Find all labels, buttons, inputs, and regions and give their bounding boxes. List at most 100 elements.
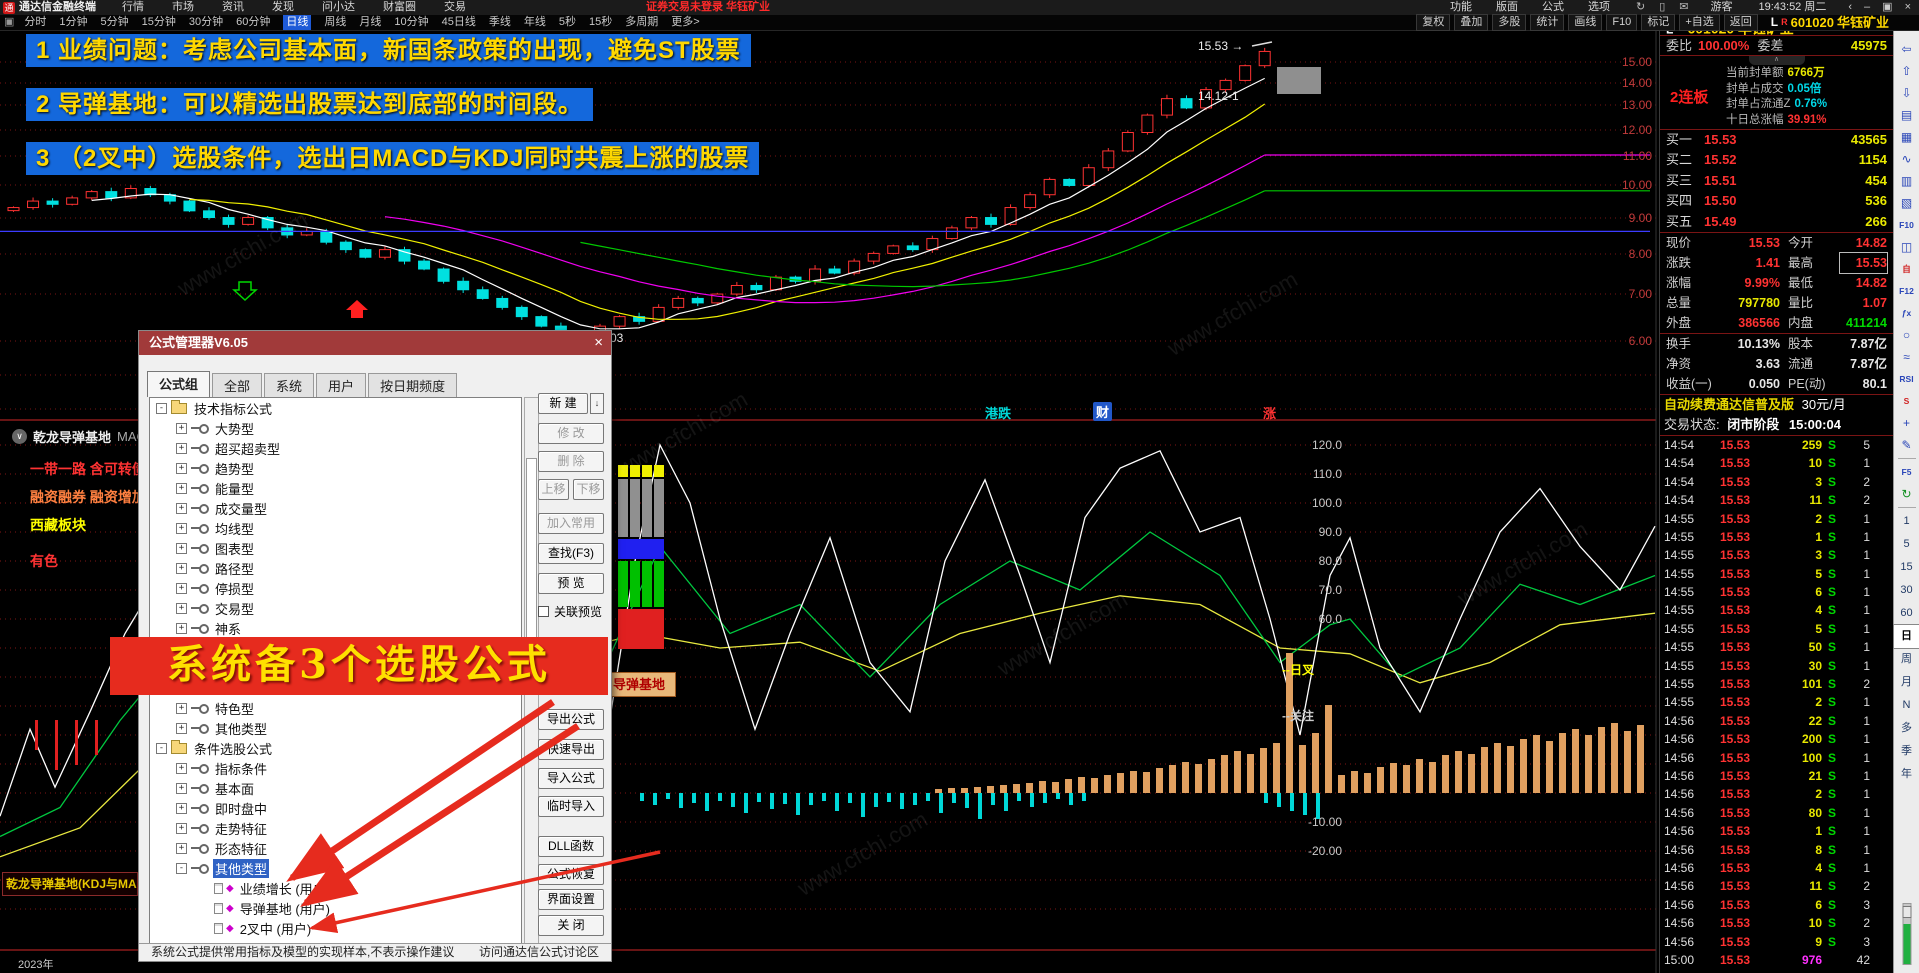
pencil-icon[interactable]: ✎ bbox=[1894, 434, 1919, 456]
period-分时[interactable]: 分时 bbox=[24, 15, 46, 30]
tree-item-路径型[interactable]: + 路径型 bbox=[150, 558, 521, 578]
quote-grid-icon[interactable]: ▦ bbox=[1894, 126, 1919, 148]
period-季线[interactable]: 季线 bbox=[489, 15, 511, 30]
tree-item-2叉中 (用户)[interactable]: ◆ 2叉中 (用户) bbox=[150, 918, 521, 938]
f10-icon[interactable]: F10 bbox=[1894, 214, 1919, 236]
period-5秒[interactable]: 5秒 bbox=[559, 15, 576, 30]
restore-window-icon[interactable]: ▣ bbox=[4, 15, 14, 30]
strip-period-1[interactable]: 1 bbox=[1894, 510, 1919, 533]
f5-icon[interactable]: F5 bbox=[1894, 461, 1919, 483]
menu-item-市场[interactable]: 市场 bbox=[172, 0, 194, 15]
menu-item-交易[interactable]: 交易 bbox=[444, 0, 466, 15]
money-icon[interactable]: S bbox=[1894, 390, 1919, 412]
dialog-button-关闭[interactable]: 关 闭 bbox=[538, 915, 604, 936]
menu-item-问小达[interactable]: 问小达 bbox=[322, 0, 355, 15]
dialog-button-预览[interactable]: 预 览 bbox=[538, 573, 604, 594]
tree-item-图表型[interactable]: + 图表型 bbox=[150, 538, 521, 558]
tree-item-其他类型[interactable]: - 其他类型 bbox=[150, 858, 521, 878]
period-30分钟[interactable]: 30分钟 bbox=[189, 15, 223, 30]
strip-period-N[interactable]: N bbox=[1894, 694, 1919, 717]
tree-item-神系[interactable]: + 神系 bbox=[150, 618, 521, 638]
dialog-button-快速导出[interactable]: 快速导出 bbox=[538, 739, 604, 760]
tab-公式组[interactable]: 公式组 bbox=[147, 371, 211, 397]
tree-item-条件选股公式[interactable]: - 条件选股公式 bbox=[150, 738, 521, 758]
strip-period-周[interactable]: 周 bbox=[1894, 648, 1919, 671]
mail-icon[interactable]: ✉ bbox=[1679, 0, 1688, 15]
tool-返回[interactable]: 返回 bbox=[1723, 14, 1758, 31]
linked-preview-checkbox[interactable]: 关联预览 bbox=[538, 603, 602, 620]
tree-item-停损型[interactable]: + 停损型 bbox=[150, 578, 521, 598]
tree-item-大势型[interactable]: + 大势型 bbox=[150, 418, 521, 438]
tool-+自选[interactable]: +自选 bbox=[1679, 14, 1720, 31]
zoom-slider[interactable] bbox=[1902, 903, 1911, 965]
period-45日线[interactable]: 45日线 bbox=[442, 15, 476, 30]
new-dropdown-icon[interactable]: ↓ bbox=[590, 393, 604, 414]
panel-toggle-icon[interactable]: ‹ bbox=[1848, 0, 1852, 15]
menu-item-版面[interactable]: 版面 bbox=[1496, 0, 1518, 15]
strip-period-多[interactable]: 多 bbox=[1894, 717, 1919, 740]
strip-period-月[interactable]: 月 bbox=[1894, 671, 1919, 694]
period-60分钟[interactable]: 60分钟 bbox=[236, 15, 270, 30]
strip-period-年[interactable]: 年 bbox=[1894, 763, 1919, 786]
period-15分钟[interactable]: 15分钟 bbox=[142, 15, 176, 30]
tree-item-超买超卖型[interactable]: + 超买超卖型 bbox=[150, 438, 521, 458]
move-icon[interactable]: + bbox=[1894, 412, 1919, 434]
strip-period-5[interactable]: 5 bbox=[1894, 533, 1919, 556]
circle-icon[interactable]: ○ bbox=[1894, 324, 1919, 346]
close-icon[interactable]: × bbox=[1905, 0, 1911, 15]
dialog-button-新建[interactable]: 新 建 bbox=[538, 393, 588, 414]
menu-item-发现[interactable]: 发现 bbox=[272, 0, 294, 15]
tree-item-业绩增长 (用户)[interactable]: ◆ 业绩增长 (用户) bbox=[150, 878, 521, 898]
period-1分钟[interactable]: 1分钟 bbox=[59, 15, 87, 30]
rsi-icon[interactable]: RSI bbox=[1894, 368, 1919, 390]
tree-item-能量型[interactable]: + 能量型 bbox=[150, 478, 521, 498]
subscription-banner[interactable]: 自动续费通达信普及版 30元/月 bbox=[1660, 393, 1893, 415]
tree-item-特色型[interactable]: + 特色型 bbox=[150, 698, 521, 718]
tree-item-均线型[interactable]: + 均线型 bbox=[150, 518, 521, 538]
tab-系统[interactable]: 系统 bbox=[264, 373, 315, 397]
kline-icon[interactable]: ▥ bbox=[1894, 170, 1919, 192]
up-icon[interactable]: ⇧ bbox=[1894, 60, 1919, 82]
forum-link[interactable]: 访问通达信公式讨论区 bbox=[479, 944, 599, 961]
dialog-close-icon[interactable]: × bbox=[594, 331, 603, 355]
menu-item-公式[interactable]: 公式 bbox=[1542, 0, 1564, 15]
news-icon[interactable]: ▧ bbox=[1894, 192, 1919, 214]
dialog-button-DLL函数[interactable]: DLL函数 bbox=[538, 836, 604, 857]
period-5分钟[interactable]: 5分钟 bbox=[101, 15, 129, 30]
formula-icon[interactable]: ƒx bbox=[1894, 302, 1919, 324]
period-多周期[interactable]: 多周期 bbox=[625, 15, 658, 30]
tree-item-趋势型[interactable]: + 趋势型 bbox=[150, 458, 521, 478]
tree-item-即时盘中[interactable]: + 即时盘中 bbox=[150, 798, 521, 818]
dialog-button-导入公式[interactable]: 导入公式 bbox=[538, 768, 604, 789]
strip-period-15[interactable]: 15 bbox=[1894, 556, 1919, 579]
tool-复权[interactable]: 复权 bbox=[1416, 14, 1451, 31]
tree-item-成交量型[interactable]: + 成交量型 bbox=[150, 498, 521, 518]
strip-period-60[interactable]: 60 bbox=[1894, 602, 1919, 625]
zixuan-icon[interactable]: 自 bbox=[1894, 258, 1919, 280]
tree-item-技术指标公式[interactable]: - 技术指标公式 bbox=[150, 398, 521, 418]
period-日线[interactable]: 日线 bbox=[283, 15, 312, 30]
tool-标记[interactable]: 标记 bbox=[1641, 14, 1676, 31]
collapse-tab[interactable]: ∧ bbox=[1748, 56, 1805, 65]
tab-全部[interactable]: 全部 bbox=[212, 373, 263, 397]
tool-叠加[interactable]: 叠加 bbox=[1454, 14, 1489, 31]
block-icon[interactable]: ◫ bbox=[1894, 236, 1919, 258]
tree-item-基本面[interactable]: + 基本面 bbox=[150, 778, 521, 798]
mobile-icon[interactable]: ▯ bbox=[1659, 0, 1665, 15]
tab-用户[interactable]: 用户 bbox=[316, 373, 367, 397]
period-15秒[interactable]: 15秒 bbox=[589, 15, 612, 30]
menu-item-行情[interactable]: 行情 bbox=[122, 0, 144, 15]
f12-icon[interactable]: F12 bbox=[1894, 280, 1919, 302]
dialog-button-临时导入[interactable]: 临时导入 bbox=[538, 796, 604, 817]
tool-F10[interactable]: F10 bbox=[1606, 14, 1638, 31]
strip-period-30[interactable]: 30 bbox=[1894, 579, 1919, 602]
refresh-icon[interactable]: ↻ bbox=[1894, 483, 1919, 505]
dialog-button-公式恢复[interactable]: 公式恢复 bbox=[538, 864, 604, 885]
dialog-button-导出公式[interactable]: 导出公式 bbox=[538, 709, 604, 730]
dialog-button-查找(F3)[interactable]: 查找(F3) bbox=[538, 543, 604, 564]
collapse-indicator-icon[interactable]: ∨ bbox=[12, 429, 27, 444]
trend-line-icon[interactable]: ∿ bbox=[1894, 148, 1919, 170]
tree-item-形态特征[interactable]: + 形态特征 bbox=[150, 838, 521, 858]
maximize-icon[interactable]: ▣ bbox=[1882, 0, 1892, 15]
period-月线[interactable]: 月线 bbox=[359, 15, 381, 30]
